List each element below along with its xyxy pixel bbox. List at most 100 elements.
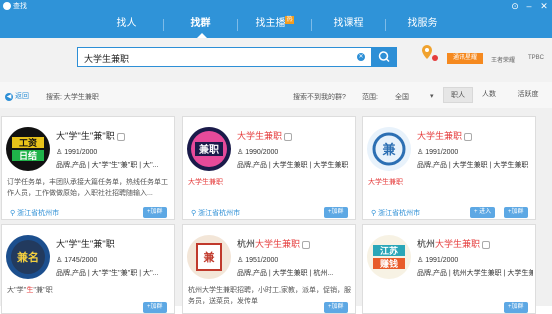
member-count-value: 1745/2000 [64, 257, 98, 264]
search-input[interactable]: 大学生兼职 ✕ [77, 47, 372, 67]
group-avatar: 兼职 [187, 127, 231, 171]
game-link[interactable]: 王者荣耀 [491, 55, 515, 64]
search-button[interactable] [372, 47, 397, 67]
vip-button[interactable]: 通讯星耀 [447, 53, 483, 64]
group-title-text: 大''学''生''兼''职 [56, 131, 115, 141]
search-value: 大学生兼职 [84, 54, 130, 64]
group-title: 大学生兼职 [417, 129, 533, 142]
group-avatar: 兼 [367, 127, 411, 171]
main-nav: 找人 找群 找主播热 找课程 找服务 [90, 12, 459, 38]
group-card[interactable]: 兼名 大''学''生''兼''职 ♙ 1745/2000 品牌,产品 | 大''… [1, 224, 175, 314]
group-card[interactable]: 兼 杭州大学生兼职 ♙ 1951/2000 品牌,产品 | 大学生兼职 | 杭州… [182, 224, 356, 314]
tab-label: 找服务 [407, 18, 438, 29]
group-location: ⚲ 浙江省杭州市 [371, 210, 421, 217]
verify-icon [116, 132, 125, 141]
join-group-button[interactable]: +加群 [143, 207, 167, 218]
svg-text:日结: 日结 [19, 150, 37, 162]
group-avatar: 江苏 赚钱 [367, 235, 411, 279]
group-description: 订学任务单，丰团队承接大篇任务单，热线任务单工作人员，工作做做原始，入职社社招聘… [7, 179, 168, 197]
app-icon [3, 2, 11, 10]
verify-icon [464, 132, 473, 141]
member-count-value: 1990/2000 [245, 149, 279, 156]
group-title: 杭州大学生兼职 [417, 237, 533, 250]
tab-find-groups[interactable]: 找群 [164, 12, 237, 38]
group-title: 杭州大学生兼职 [237, 237, 353, 250]
member-count: ♙ 1991/2000 [417, 257, 459, 264]
hot-badge: 热 [285, 16, 294, 24]
group-card[interactable]: 工资 日结 大''学''生''兼''职 ♙ 1991/2000 品牌,产品 | 大… [1, 116, 175, 220]
title-bar: 查找 ⊙ – ✕ 找人 找群 找主播热 找课程 找服务 [0, 0, 552, 38]
back-button[interactable]: ◀ 返回 [5, 91, 29, 101]
chevron-down-icon[interactable]: ▾ [430, 92, 434, 100]
join-group-button[interactable]: +加群 [143, 302, 167, 313]
location-pin-icon[interactable] [421, 43, 439, 65]
member-count: ♙ 1951/2000 [237, 257, 279, 264]
verify-icon [482, 240, 491, 249]
group-title-text: 大学生兼职 [237, 131, 283, 141]
group-tags: 品牌,产品 | 大''学''生''兼''职 | 大''... [56, 162, 159, 169]
join-group-button[interactable]: +加群 [504, 207, 528, 218]
svg-text:兼职: 兼职 [199, 143, 219, 156]
svg-text:兼: 兼 [204, 250, 216, 264]
group-card[interactable]: 兼职 大学生兼职 ♙ 1990/2000 品牌,产品 | 大学生兼职 | 大学生… [182, 116, 356, 220]
tab-find-service[interactable]: 找服务 [386, 12, 459, 38]
skin-icon[interactable]: ⊙ [508, 1, 522, 11]
group-tags: 品牌,产品 | 大学生兼职 | 大学生兼职 [417, 162, 529, 169]
location-text: 浙江省杭州市 [198, 210, 241, 217]
tpbc-link[interactable]: TPBC [528, 55, 544, 61]
minimize-button[interactable]: – [522, 1, 536, 11]
description-text: 大''学'' [7, 287, 27, 294]
sort-tab-activity[interactable]: 活跃度 [508, 87, 548, 103]
group-card[interactable]: 江苏 赚钱 杭州大学生兼职 ♙ 1991/2000 品牌,产品 | 杭州大学生兼职… [362, 224, 536, 314]
group-title: 大学生兼职 [237, 129, 353, 142]
group-description: 大学生兼职 [188, 177, 352, 188]
help-link[interactable]: 搜索不到我的群? [293, 92, 346, 102]
sort-tab-people[interactable]: 职人 [443, 87, 473, 103]
breadcrumb: 搜索: 大学生兼职 [46, 94, 99, 101]
group-title: 大''学''生''兼''职 [56, 237, 172, 250]
join-group-button[interactable]: +加群 [504, 302, 528, 313]
member-count: ♙ 1991/2000 [417, 149, 459, 156]
group-avatar: 工资 日结 [6, 127, 50, 171]
search-icon [378, 51, 390, 63]
group-title-text: 杭州 [237, 239, 256, 249]
member-count: ♙ 1990/2000 [237, 149, 279, 156]
tab-label: 找主播 [255, 18, 286, 29]
filter-bar: ◀ 返回 搜索: 大学生兼职 搜索不到我的群? 范围: 全国 ▾ 职人 人数 活跃… [0, 82, 552, 109]
description-text: 大学生兼职 [188, 179, 223, 186]
scope-select[interactable]: 全国 [395, 92, 409, 102]
clear-icon[interactable]: ✕ [357, 53, 365, 61]
svg-text:赚钱: 赚钱 [379, 258, 398, 270]
tab-find-streamer[interactable]: 找主播热 [238, 12, 311, 38]
svg-text:江苏: 江苏 [380, 245, 398, 257]
member-count-value: 1991/2000 [425, 257, 459, 264]
join-group-button[interactable]: +加群 [324, 207, 348, 218]
description-text: 大学生兼职 [368, 179, 403, 186]
description-text: ''兼''职 [33, 287, 53, 294]
back-arrow-icon: ◀ [5, 93, 13, 101]
tab-label: 找人 [116, 18, 137, 29]
group-description: 大学生兼职 [368, 177, 532, 188]
back-label: 返回 [15, 93, 29, 100]
member-count-value: 1991/2000 [64, 149, 98, 156]
group-avatar: 兼 [187, 235, 231, 279]
member-count: ♙ 1745/2000 [56, 257, 98, 264]
member-count-value: 1991/2000 [425, 149, 459, 156]
sort-tab-count[interactable]: 人数 [474, 87, 504, 103]
enter-group-button[interactable]: + 进入 [470, 207, 496, 218]
group-location: ⚲ 浙江省杭州市 [191, 210, 241, 217]
svg-text:兼: 兼 [382, 142, 396, 158]
tab-label: 找群 [190, 18, 211, 29]
results-grid: 工资 日结 大''学''生''兼''职 ♙ 1991/2000 品牌,产品 | 大… [0, 108, 552, 314]
group-title-text: 大''学''生''兼''职 [56, 239, 115, 249]
tab-label: 找课程 [333, 18, 364, 29]
group-card[interactable]: 兼 大学生兼职 ♙ 1991/2000 品牌,产品 | 大学生兼职 | 大学生兼… [362, 116, 536, 220]
group-title-highlight: 大学生兼职 [255, 239, 301, 249]
tab-find-people[interactable]: 找人 [90, 12, 163, 38]
join-group-button[interactable]: +加群 [324, 302, 348, 313]
close-button[interactable]: ✕ [537, 1, 551, 11]
svg-text:兼名: 兼名 [17, 250, 39, 264]
group-tags: 品牌,产品 | 大学生兼职 | 大学生兼职 [237, 162, 349, 169]
group-location: ⚲ 浙江省杭州市 [10, 210, 60, 217]
tab-find-course[interactable]: 找课程 [312, 12, 385, 38]
